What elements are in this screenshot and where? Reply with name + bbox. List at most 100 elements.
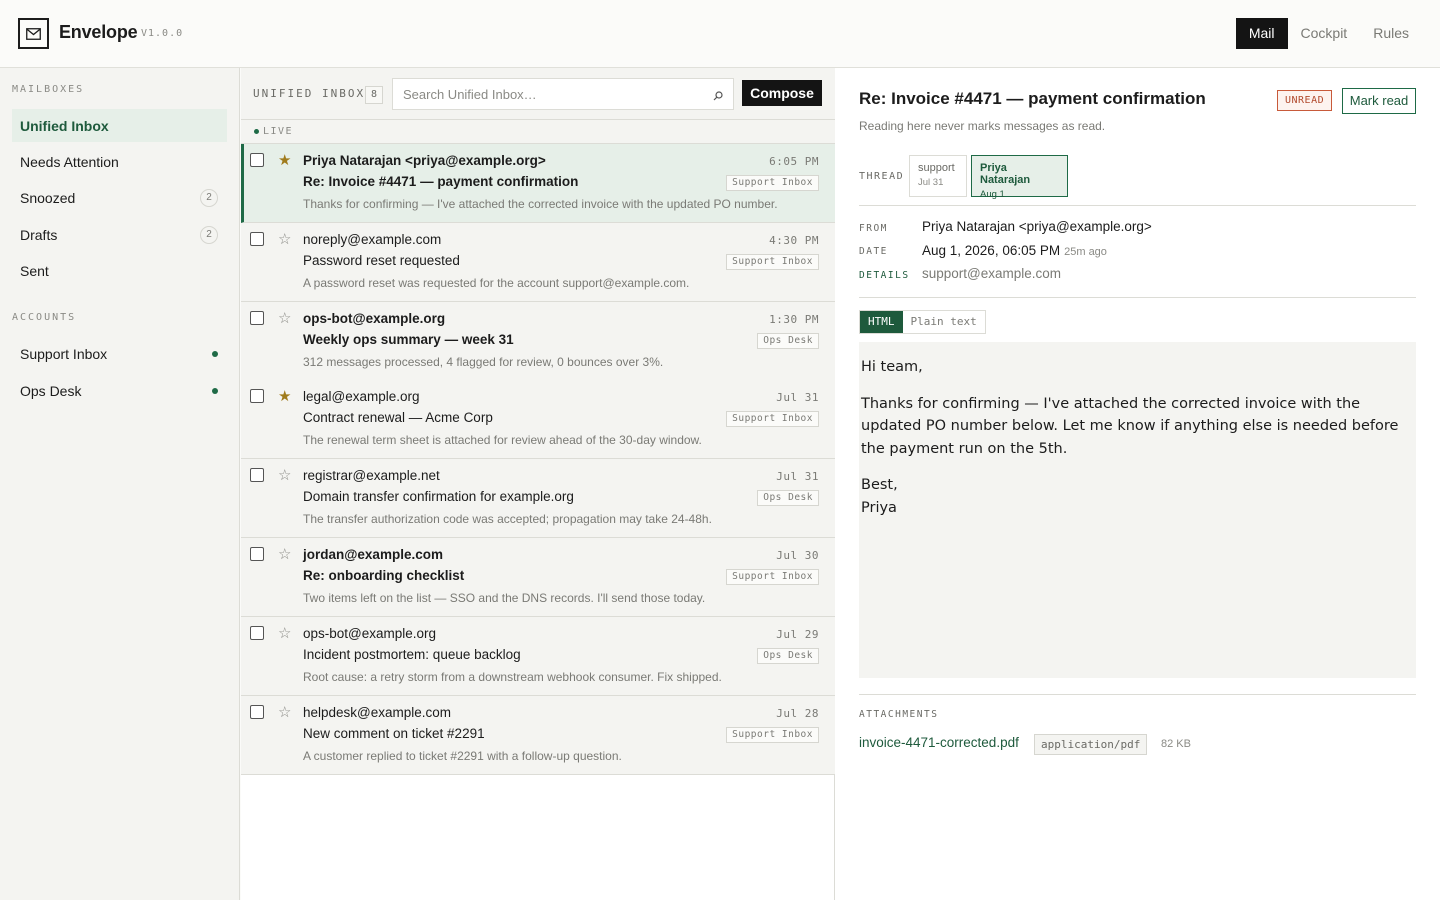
message-time: Jul 29 xyxy=(776,628,819,641)
search-icon[interactable] xyxy=(713,88,723,106)
divider xyxy=(859,694,1416,695)
nav-mail[interactable]: Mail xyxy=(1235,18,1288,49)
message-sender: ops-bot@example.org xyxy=(303,626,437,641)
star-icon[interactable]: ☆ xyxy=(278,703,291,721)
star-icon[interactable]: ☆ xyxy=(278,466,291,484)
message-subject: Password reset requested xyxy=(303,253,460,268)
message-subject: Domain transfer confirmation for example… xyxy=(303,489,574,504)
search-input[interactable] xyxy=(393,79,693,109)
mark-read-button[interactable]: Mark read xyxy=(1342,88,1416,114)
star-icon[interactable]: ☆ xyxy=(278,230,291,248)
sidebar-item-needs-attention[interactable]: Needs Attention xyxy=(12,145,227,178)
message-list-pane: UNIFIED INBOX 8 Compose LIVE ★ Priya Nata… xyxy=(241,68,835,900)
details-toggle[interactable]: DETAILS xyxy=(859,270,910,281)
account-tag: Support Inbox xyxy=(726,254,819,270)
sidebar-item-label: Needs Attention xyxy=(20,153,119,170)
message-snippet: Two items left on the list — SSO and the… xyxy=(303,591,706,605)
star-icon[interactable]: ☆ xyxy=(278,624,291,642)
message-time: 1:30 PM xyxy=(769,313,819,326)
message-snippet: The transfer authorization code was acce… xyxy=(303,512,712,526)
thread-chip-priya[interactable]: Priya Natarajan Aug 1 xyxy=(971,155,1068,200)
message-time: Jul 31 xyxy=(776,470,819,483)
nav-rules[interactable]: Rules xyxy=(1360,18,1422,49)
message-row[interactable]: ☆ jordan@example.com Re: onboarding checkl… xyxy=(241,538,835,617)
sidebar-item-label: Sent xyxy=(20,262,49,279)
live-dot-icon xyxy=(254,129,259,134)
top-nav: Mail Cockpit Rules xyxy=(1235,18,1422,49)
body-paragraph: Thanks for confirming — I've attached th… xyxy=(861,395,1399,457)
account-tag: Support Inbox xyxy=(726,727,819,743)
drafts-count-badge: 2 xyxy=(200,226,218,244)
date-label: DATE xyxy=(859,246,888,257)
sidebar-item-sent[interactable]: Sent xyxy=(12,254,227,287)
message-snippet: The renewal term sheet is attached for r… xyxy=(303,433,702,447)
message-row[interactable]: ☆ registrar@example.net Domain transfer co… xyxy=(241,459,835,538)
message-row[interactable]: ☆ ops-bot@example.org Weekly ops summary —… xyxy=(241,302,835,381)
thread-chip-date: Jul 31 xyxy=(918,177,944,188)
message-snippet: 312 messages processed, 4 flagged for re… xyxy=(303,355,664,369)
select-checkbox[interactable] xyxy=(250,626,264,640)
live-indicator-bar: LIVE xyxy=(241,120,835,144)
body-paragraph: Hi team, xyxy=(861,359,923,375)
attachment-size: 82 KB xyxy=(1161,738,1191,750)
message-sender: registrar@example.net xyxy=(303,468,440,483)
sidebar-item-unified-inbox[interactable]: Unified Inbox xyxy=(12,109,227,142)
message-sender: noreply@example.com xyxy=(303,232,442,247)
sidebar-item-drafts[interactable]: Drafts 2 xyxy=(12,218,227,251)
sidebar-item-label: Snoozed xyxy=(20,189,76,206)
sidebar-item-label: Unified Inbox xyxy=(20,117,109,134)
attachment-link[interactable]: invoice-4471-corrected.pdf xyxy=(859,735,1019,750)
thread-chip-support[interactable]: support Jul 31 xyxy=(909,155,967,197)
sidebar-item-label: Support Inbox xyxy=(20,345,108,362)
message-subject: Re: onboarding checklist xyxy=(303,568,465,583)
accounts-title: ACCOUNTS xyxy=(12,312,77,323)
message-body: Hi team, Thanks for confirming — I've at… xyxy=(859,342,1416,678)
account-tag: Support Inbox xyxy=(726,175,819,191)
star-icon[interactable]: ★ xyxy=(278,151,291,169)
account-tag: Ops Desk xyxy=(757,648,819,664)
message-subject: Incident postmortem: queue backlog xyxy=(303,647,521,662)
message-row[interactable]: ★ Priya Natarajan <priya@example.org> Re: … xyxy=(241,144,835,223)
star-icon[interactable]: ☆ xyxy=(278,309,291,327)
sidebar-item-support-inbox[interactable]: Support Inbox xyxy=(12,337,227,370)
select-checkbox[interactable] xyxy=(250,232,264,246)
divider xyxy=(859,205,1416,206)
select-checkbox[interactable] xyxy=(250,705,264,719)
select-checkbox[interactable] xyxy=(250,468,264,482)
thread-chip-name: Priya Natarajan xyxy=(980,162,1031,186)
message-row[interactable]: ☆ helpdesk@example.com New comment on tick… xyxy=(241,696,835,775)
top-bar: Envelope V1.0.0 Mail Cockpit Rules xyxy=(0,0,1440,68)
thread-chip-name: support xyxy=(918,162,955,174)
select-checkbox[interactable] xyxy=(250,311,264,325)
message-time: Jul 30 xyxy=(776,549,819,562)
app-version: V1.0.0 xyxy=(141,28,184,39)
message-row[interactable]: ☆ noreply@example.com Password reset reque… xyxy=(241,223,835,302)
select-checkbox[interactable] xyxy=(250,153,264,167)
date-value: Aug 1, 2026, 06:05 PM 25m ago xyxy=(922,243,1107,258)
message-row[interactable]: ★ legal@example.org Contract renewal — Acm… xyxy=(241,380,835,459)
thread-chip-date: Aug 1 xyxy=(980,189,1005,200)
select-checkbox[interactable] xyxy=(250,547,264,561)
star-icon[interactable]: ☆ xyxy=(278,545,291,563)
message-subject: New comment on ticket #2291 xyxy=(303,726,485,741)
nav-cockpit[interactable]: Cockpit xyxy=(1288,18,1361,49)
message-subject: Contract renewal — Acme Corp xyxy=(303,410,493,425)
thread-label: THREAD xyxy=(859,171,905,182)
message-sender: Priya Natarajan <priya@example.org> xyxy=(303,153,546,168)
account-tag: Support Inbox xyxy=(726,569,819,585)
view-plain-button[interactable]: Plain text xyxy=(903,311,985,333)
list-title: UNIFIED INBOX xyxy=(253,87,366,100)
reading-note: Reading here never marks messages as rea… xyxy=(859,119,1106,133)
select-checkbox[interactable] xyxy=(250,389,264,403)
view-html-button[interactable]: HTML xyxy=(860,311,903,333)
account-status-dot xyxy=(212,388,218,394)
live-label: LIVE xyxy=(263,126,294,137)
compose-button[interactable]: Compose xyxy=(742,80,822,106)
sidebar-item-ops-desk[interactable]: Ops Desk xyxy=(12,374,227,407)
message-snippet: Root cause: a retry storm from a downstr… xyxy=(303,670,722,684)
from-label: FROM xyxy=(859,223,888,234)
star-icon[interactable]: ★ xyxy=(278,387,291,405)
sidebar-item-snoozed[interactable]: Snoozed 2 xyxy=(12,181,227,214)
message-row[interactable]: ☆ ops-bot@example.org Incident postmortem:… xyxy=(241,617,835,696)
from-value: Priya Natarajan <priya@example.org> xyxy=(922,219,1152,234)
